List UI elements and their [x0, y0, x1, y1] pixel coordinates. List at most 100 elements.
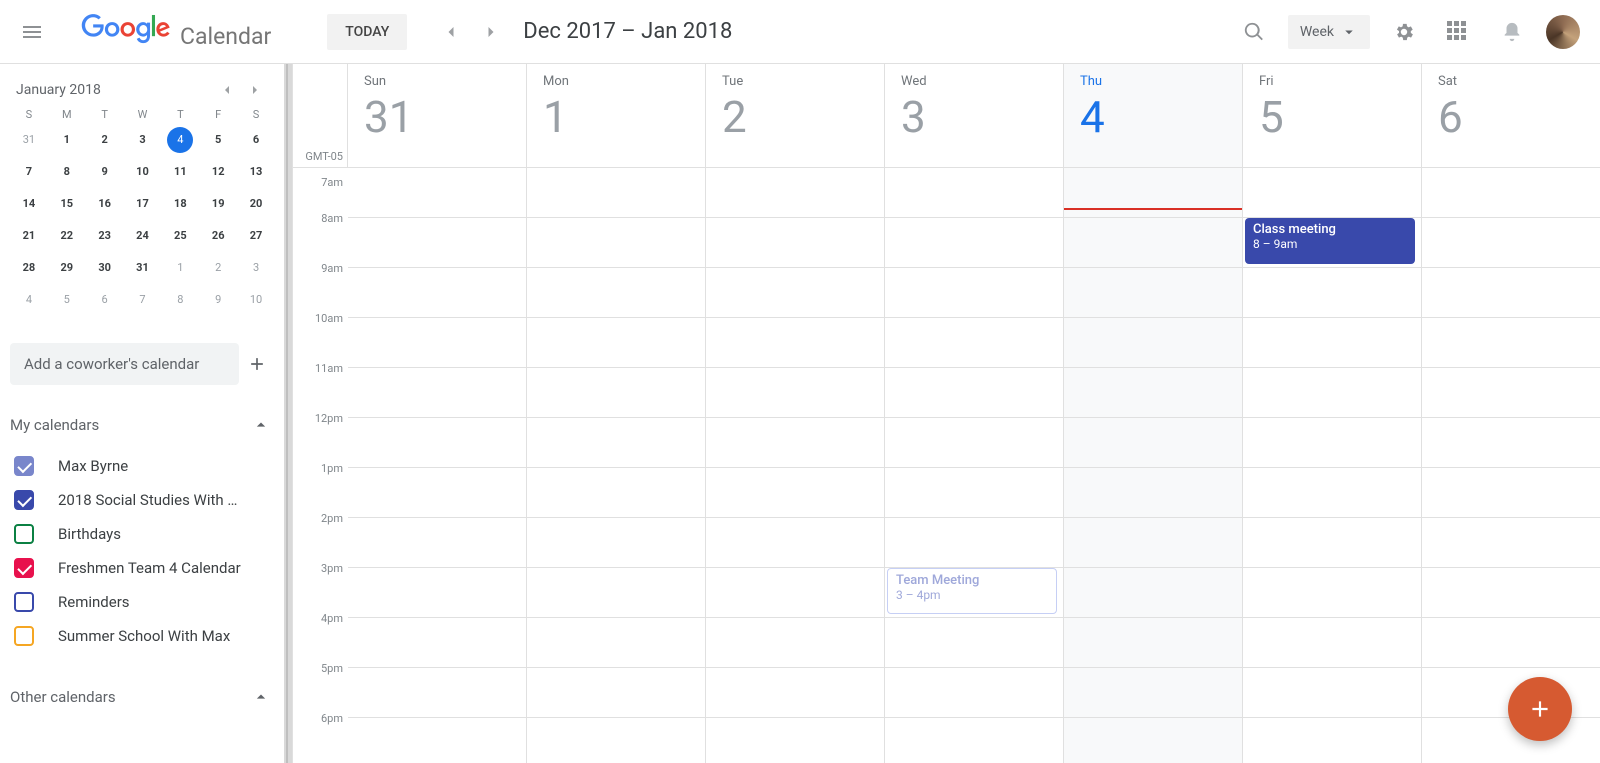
time-slot[interactable]	[527, 468, 706, 518]
time-slot[interactable]	[1243, 168, 1422, 218]
day-header[interactable]: Mon1	[527, 64, 706, 167]
time-slot[interactable]	[348, 318, 527, 368]
time-slot[interactable]	[885, 218, 1064, 268]
time-slot[interactable]	[527, 268, 706, 318]
time-slot[interactable]	[1422, 268, 1600, 318]
calendar-checkbox[interactable]	[14, 558, 34, 578]
mini-day[interactable]: 31	[14, 127, 44, 153]
time-slot[interactable]	[885, 668, 1064, 718]
time-slot[interactable]	[706, 168, 885, 218]
time-slot[interactable]	[885, 518, 1064, 568]
time-slot[interactable]	[1243, 618, 1422, 668]
calendar-checkbox[interactable]	[14, 490, 34, 510]
gear-icon[interactable]	[1384, 12, 1424, 52]
mini-day[interactable]: 22	[52, 223, 82, 249]
time-slot[interactable]	[348, 418, 527, 468]
time-slot[interactable]	[527, 668, 706, 718]
view-selector[interactable]: Week	[1288, 15, 1370, 49]
time-slot[interactable]	[527, 168, 706, 218]
mini-day[interactable]: 24	[127, 223, 157, 249]
time-slot[interactable]	[527, 418, 706, 468]
time-slot[interactable]	[348, 518, 527, 568]
prev-week-icon[interactable]	[431, 12, 471, 52]
time-slot[interactable]	[1243, 318, 1422, 368]
time-slot[interactable]	[885, 368, 1064, 418]
day-header[interactable]: Fri5	[1243, 64, 1422, 167]
mini-day[interactable]: 5	[52, 287, 82, 313]
time-slot[interactable]	[1243, 418, 1422, 468]
mini-day[interactable]: 9	[90, 159, 120, 185]
time-slot[interactable]	[1422, 368, 1600, 418]
time-slot[interactable]	[1243, 468, 1422, 518]
calendar-item[interactable]: Summer School With Max	[10, 619, 275, 653]
avatar[interactable]	[1546, 15, 1580, 49]
time-slot[interactable]	[706, 368, 885, 418]
time-slot[interactable]	[527, 368, 706, 418]
time-slot[interactable]	[1422, 518, 1600, 568]
time-slot[interactable]	[1064, 518, 1243, 568]
mini-day[interactable]: 25	[165, 223, 195, 249]
time-slot[interactable]	[1243, 718, 1422, 763]
mini-day[interactable]: 1	[52, 127, 82, 153]
time-slot[interactable]	[348, 168, 527, 218]
time-slot[interactable]	[1243, 518, 1422, 568]
calendar-checkbox[interactable]	[14, 456, 34, 476]
time-slot[interactable]	[1064, 568, 1243, 618]
mini-day[interactable]: 8	[165, 287, 195, 313]
add-calendar-icon[interactable]	[239, 354, 275, 374]
time-slot[interactable]	[885, 318, 1064, 368]
time-slot[interactable]	[348, 468, 527, 518]
collapse-icon[interactable]	[251, 687, 271, 707]
week-grid[interactable]: 7am8amClass meeting8 – 9am9am10am11am12p…	[293, 168, 1600, 763]
time-slot[interactable]	[1422, 568, 1600, 618]
time-slot[interactable]	[1422, 618, 1600, 668]
mini-day[interactable]: 19	[203, 191, 233, 217]
search-icon[interactable]	[1234, 12, 1274, 52]
time-slot[interactable]	[1422, 418, 1600, 468]
mini-day[interactable]: 28	[14, 255, 44, 281]
mini-day[interactable]: 14	[14, 191, 44, 217]
time-slot[interactable]	[1422, 718, 1600, 763]
next-week-icon[interactable]	[471, 12, 511, 52]
time-slot[interactable]	[1243, 568, 1422, 618]
time-slot[interactable]	[1422, 218, 1600, 268]
apps-icon[interactable]	[1438, 12, 1478, 52]
time-slot[interactable]	[527, 618, 706, 668]
mini-day[interactable]: 10	[241, 287, 271, 313]
time-slot[interactable]	[527, 318, 706, 368]
mini-day[interactable]: 30	[90, 255, 120, 281]
time-slot[interactable]	[1243, 368, 1422, 418]
mini-day[interactable]: 8	[52, 159, 82, 185]
time-slot[interactable]	[348, 568, 527, 618]
time-slot[interactable]	[527, 568, 706, 618]
mini-day[interactable]: 11	[165, 159, 195, 185]
time-slot[interactable]	[706, 718, 885, 763]
time-slot[interactable]	[885, 618, 1064, 668]
mini-prev-icon[interactable]	[213, 82, 241, 98]
mini-day[interactable]: 9	[203, 287, 233, 313]
day-header[interactable]: Sat6	[1422, 64, 1600, 167]
time-slot[interactable]	[706, 618, 885, 668]
calendar-checkbox[interactable]	[14, 592, 34, 612]
calendar-event[interactable]: Class meeting8 – 9am	[1245, 218, 1415, 264]
time-slot[interactable]: Class meeting8 – 9am	[1243, 218, 1422, 268]
calendar-item[interactable]: Birthdays	[10, 517, 275, 551]
mini-day[interactable]: 7	[14, 159, 44, 185]
mini-day[interactable]: 10	[127, 159, 157, 185]
time-slot[interactable]	[348, 668, 527, 718]
mini-day[interactable]: 2	[90, 127, 120, 153]
mini-day[interactable]: 7	[127, 287, 157, 313]
time-slot[interactable]	[706, 218, 885, 268]
mini-day[interactable]: 2	[203, 255, 233, 281]
mini-day[interactable]: 29	[52, 255, 82, 281]
mini-day[interactable]: 26	[203, 223, 233, 249]
time-slot[interactable]	[706, 568, 885, 618]
mini-day[interactable]: 20	[241, 191, 271, 217]
day-header[interactable]: Wed3	[885, 64, 1064, 167]
mini-day[interactable]: 13	[241, 159, 271, 185]
time-slot[interactable]	[1064, 418, 1243, 468]
time-slot[interactable]	[885, 268, 1064, 318]
time-slot[interactable]	[527, 218, 706, 268]
day-header[interactable]: Sun31	[348, 64, 527, 167]
time-slot[interactable]	[1064, 468, 1243, 518]
